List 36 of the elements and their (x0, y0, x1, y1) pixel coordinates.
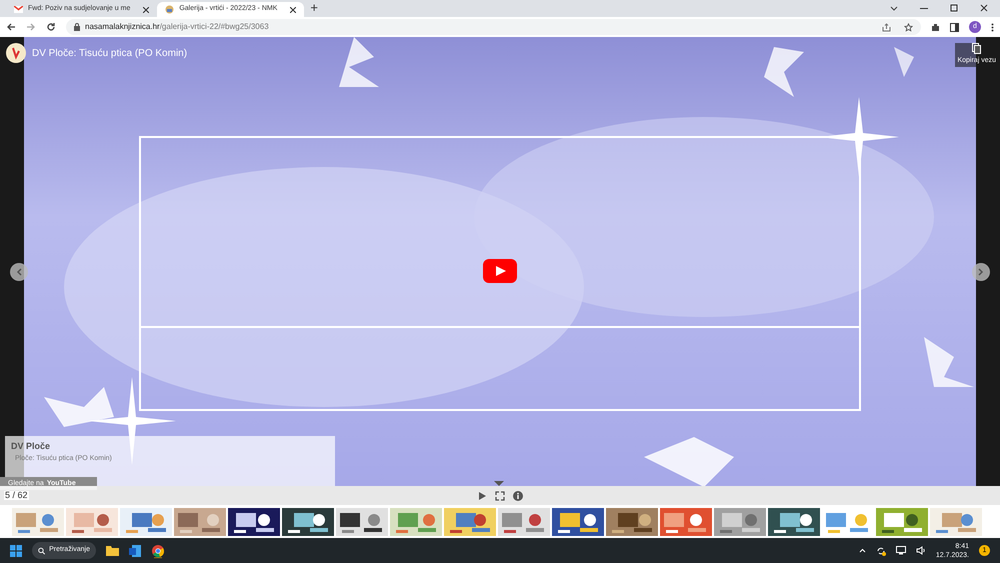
word-icon[interactable] (129, 544, 141, 556)
new-tab-button[interactable]: + (304, 1, 324, 17)
side-panel-icon[interactable] (950, 22, 959, 32)
youtube-play-icon[interactable] (483, 259, 517, 283)
folder-icon[interactable] (106, 545, 119, 556)
fullscreen-icon[interactable] (494, 490, 504, 500)
restore-icon[interactable] (950, 4, 958, 12)
chevron-right-icon (978, 268, 984, 276)
previous-button[interactable] (10, 263, 28, 281)
close-tab-icon[interactable] (290, 6, 296, 12)
windows-start-icon[interactable] (10, 544, 22, 556)
star-icon[interactable] (904, 22, 913, 32)
image-counter: 5 / 62 (4, 491, 29, 500)
chrome-icon[interactable] (151, 544, 165, 558)
next-button[interactable] (972, 263, 990, 281)
channel-logo-icon[interactable] (6, 43, 26, 63)
close-tab-icon[interactable] (143, 6, 150, 12)
site-icon (165, 5, 174, 14)
chevron-up-icon[interactable] (858, 548, 866, 553)
mail-icon (14, 6, 23, 13)
tab-search-icon[interactable] (890, 6, 898, 12)
close-icon[interactable] (980, 4, 988, 12)
search-icon (38, 546, 46, 554)
lock-icon (74, 23, 80, 31)
speaker-icon[interactable] (916, 546, 926, 555)
share-icon[interactable] (882, 22, 891, 32)
caption-title: DV Ploče (11, 442, 52, 451)
menu-icon[interactable] (991, 22, 994, 32)
address-bar[interactable]: nasamalaknjiznica.hr/galerija-vrtici-22/#bwg25/3063 (66, 19, 921, 35)
copy-icon[interactable] (972, 43, 982, 54)
play-icon[interactable] (478, 490, 486, 500)
reload-icon[interactable] (46, 22, 56, 32)
url-text: nasamalaknjiznica.hr/galerija-vrtici-22/#bwg25/3063 (85, 23, 269, 31)
info-icon[interactable] (512, 490, 522, 500)
back-icon[interactable] (6, 22, 16, 32)
chevron-left-icon (16, 268, 22, 276)
